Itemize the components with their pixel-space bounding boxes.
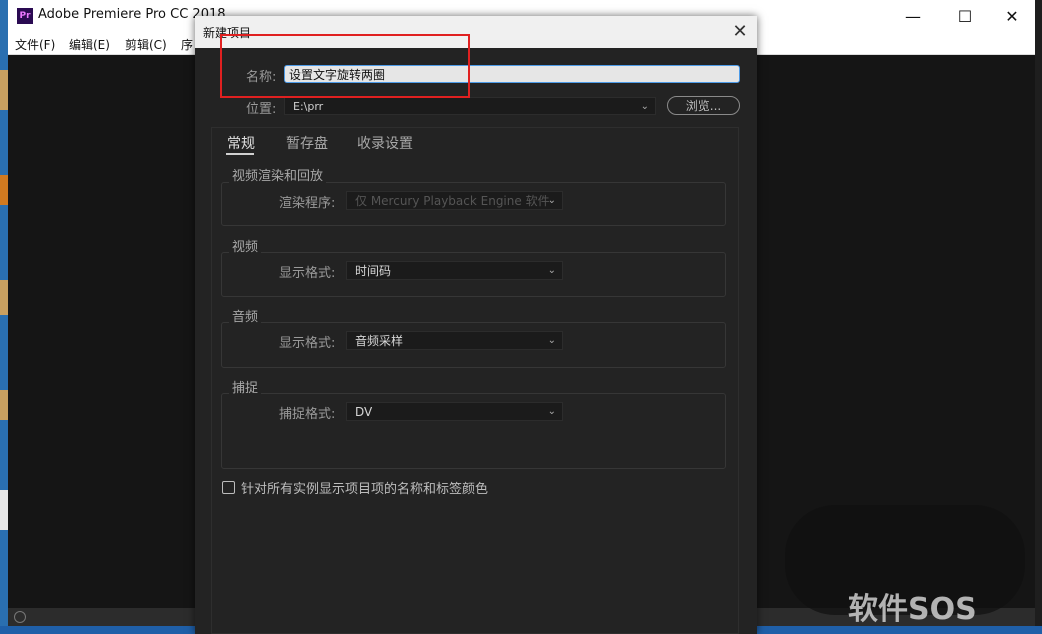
menu-clip[interactable]: 剪辑(C)	[125, 36, 167, 53]
show-item-names-label[interactable]: 针对所有实例显示项目项的名称和标签颜色	[241, 478, 488, 497]
status-icon[interactable]	[14, 611, 26, 623]
new-project-dialog: 新建项目 ✕ 名称: 位置: E:\prr ⌄ 浏览... 常规 暂存盘 收录设…	[195, 16, 757, 634]
renderer-select: 仅 Mercury Playback Engine 软件 ⌄	[346, 191, 563, 210]
renderer-label: 渲染程序:	[279, 196, 336, 211]
desktop-icon[interactable]	[0, 390, 8, 420]
show-item-names-checkbox[interactable]	[222, 481, 235, 494]
chevron-down-icon: ⌄	[547, 406, 556, 417]
audio-format-value: 音频采样	[355, 334, 404, 348]
video-render-title: 视频渲染和回放	[229, 165, 327, 184]
browse-button[interactable]: 浏览...	[667, 96, 740, 115]
capture-group-title: 捕捉	[229, 377, 262, 396]
video-format-value: 时间码	[355, 264, 392, 278]
video-format-select[interactable]: 时间码 ⌄	[346, 261, 563, 280]
menu-file[interactable]: 文件(F)	[15, 36, 55, 53]
premiere-logo-icon: Pr	[17, 8, 33, 24]
location-label: 位置:	[246, 102, 277, 117]
maximize-button[interactable]: ☐	[942, 2, 988, 30]
highlight-annotation-box	[220, 34, 470, 98]
capture-format-select[interactable]: DV ⌄	[346, 402, 563, 421]
watermark-text: 软件SOS	[848, 592, 977, 627]
dialog-close-button[interactable]: ✕	[727, 20, 753, 44]
menu-edit[interactable]: 编辑(E)	[69, 36, 110, 53]
desktop-icon[interactable]	[0, 280, 8, 315]
capture-format-value: DV	[355, 405, 373, 419]
audio-format-label: 显示格式:	[279, 336, 336, 351]
chevron-down-icon: ⌄	[640, 101, 649, 112]
minimize-button[interactable]: —	[890, 2, 936, 30]
desktop-icon[interactable]	[0, 70, 8, 110]
tab-general[interactable]: 常规	[227, 133, 255, 153]
video-group-title: 视频	[229, 236, 262, 255]
active-tab-indicator	[226, 153, 254, 155]
capture-format-label: 捕捉格式:	[279, 407, 336, 422]
desktop-icon[interactable]	[0, 490, 8, 530]
chevron-down-icon: ⌄	[547, 335, 556, 346]
renderer-value: 仅 Mercury Playback Engine 软件	[355, 194, 550, 208]
chevron-down-icon: ⌄	[547, 195, 556, 206]
close-window-button[interactable]: ✕	[989, 2, 1035, 30]
chevron-down-icon: ⌄	[547, 265, 556, 276]
video-format-label: 显示格式:	[279, 266, 336, 281]
tab-scratch-disks[interactable]: 暂存盘	[286, 133, 328, 153]
location-select[interactable]: E:\prr ⌄	[284, 97, 656, 115]
desktop-icon[interactable]	[0, 175, 8, 205]
audio-format-select[interactable]: 音频采样 ⌄	[346, 331, 563, 350]
tab-ingest-settings[interactable]: 收录设置	[357, 133, 413, 153]
audio-group-title: 音频	[229, 306, 262, 325]
menu-sequence[interactable]: 序	[181, 36, 193, 53]
location-value: E:\prr	[293, 100, 324, 113]
